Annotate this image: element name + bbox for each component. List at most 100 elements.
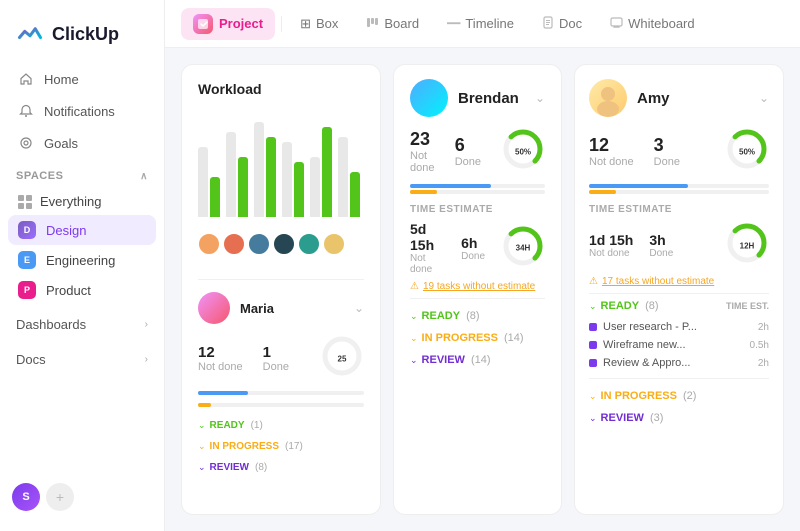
sidebar-item-engineering[interactable]: E Engineering	[8, 245, 156, 275]
bar-green-3	[266, 137, 276, 217]
task-item-2: Wireframe new... 0.5h	[589, 336, 769, 354]
bar-gray-6	[338, 137, 348, 217]
task-dot-3	[589, 359, 597, 367]
brendan-time-done-lbl: Done	[461, 251, 485, 262]
task-name-3: Review & Appro...	[603, 357, 703, 369]
add-user-icon[interactable]: +	[46, 483, 74, 511]
sidebar-item-design[interactable]: D Design	[8, 215, 156, 245]
workload-title: Workload	[198, 81, 364, 97]
tab-board[interactable]: Board	[354, 10, 431, 38]
sidebar-item-dashboards[interactable]: Dashboards ›	[0, 309, 164, 340]
maria-section-ready[interactable]: ⌄ READY (1)	[198, 415, 364, 436]
amy-done-label: Done	[654, 156, 680, 168]
content-area: Workload	[165, 48, 800, 531]
brendan-card: Brendan ⌄ 23 Not done 6 Done	[393, 64, 562, 515]
maria-section-inprogress[interactable]: ⌄ IN PROGRESS (17)	[198, 436, 364, 457]
bar-gray-5	[310, 157, 320, 217]
brendan-ready-count: (8)	[466, 310, 479, 322]
sidebar-item-home-label: Home	[44, 72, 79, 87]
sidebar-item-engineering-label: Engineering	[46, 253, 115, 268]
tab-project[interactable]: Project	[181, 8, 275, 40]
amy-time-done-lbl: Done	[649, 248, 673, 259]
amy-warn-link[interactable]: 17 tasks without estimate	[602, 276, 714, 287]
grid-icon	[18, 195, 32, 209]
brendan-chevron-icon[interactable]: ⌄	[535, 91, 545, 105]
tab-whiteboard-label: Whiteboard	[628, 16, 694, 31]
logo[interactable]: ClickUp	[0, 12, 164, 64]
sidebar-item-goals[interactable]: Goals	[8, 128, 156, 158]
goals-icon	[18, 135, 34, 151]
amy-time-donut: 12H	[725, 221, 769, 270]
amy-review-label: REVIEW	[601, 412, 644, 424]
maria-inprogress-count: (17)	[285, 441, 303, 452]
amy-section-inprogress[interactable]: ⌄ IN PROGRESS (2)	[589, 385, 769, 407]
sidebar-item-notifications[interactable]: Notifications	[8, 96, 156, 126]
amy-section-review[interactable]: ⌄ REVIEW (3)	[589, 407, 769, 429]
avatar-6	[323, 233, 345, 255]
maria-progress-yellow-fill	[198, 403, 211, 407]
amy-time-total-label: 12H	[740, 241, 755, 250]
amy-ready-row[interactable]: ⌄ READY (8)	[589, 300, 659, 312]
tab-doc[interactable]: Doc	[530, 10, 594, 38]
board-icon	[366, 16, 379, 32]
sidebar-item-everything[interactable]: Everything	[8, 188, 156, 215]
avatar-4	[273, 233, 295, 255]
task-name-1: User research - P...	[603, 321, 703, 333]
sidebar-item-home[interactable]: Home	[8, 64, 156, 94]
sidebar-item-notifications-label: Notifications	[44, 104, 115, 119]
sidebar-item-product[interactable]: P Product	[8, 275, 156, 305]
amy-time-not-done-val: 1d 15h	[589, 232, 633, 248]
maria-ready-count: (1)	[251, 420, 263, 431]
maria-section: Maria ⌄ 12 Not done 1 Done	[198, 279, 364, 478]
user-avatar[interactable]: S	[12, 483, 40, 511]
maria-not-done-label: Not done	[198, 361, 243, 373]
amy-not-done-label: Not done	[589, 156, 634, 168]
brendan-section-review[interactable]: ⌄ REVIEW (14)	[410, 349, 545, 371]
brendan-warn: ⚠ 19 tasks without estimate	[410, 281, 545, 292]
amy-time-est-header: TIME ESTIMATE	[589, 204, 769, 215]
amy-time-est-col-label: TIME EST.	[726, 301, 769, 311]
brendan-progress-yellow	[410, 190, 437, 194]
maria-ready-chevron: ⌄	[198, 420, 206, 431]
brendan-name: Brendan	[458, 90, 525, 107]
tab-box[interactable]: ⊞ Box	[288, 10, 350, 38]
amy-inprogress-chevron: ⌄	[589, 391, 597, 402]
brendan-section-inprogress[interactable]: ⌄ IN PROGRESS (14)	[410, 327, 545, 349]
logo-text: ClickUp	[52, 24, 119, 45]
bar-gray-4	[282, 142, 292, 217]
amy-time-estimate: TIME ESTIMATE 1d 15h Not done 3h Done	[589, 204, 769, 270]
amy-progress-yellow	[589, 190, 616, 194]
project-icon	[193, 14, 213, 34]
brendan-progress-bar-2	[410, 190, 545, 194]
tab-timeline[interactable]: ━━ Timeline	[435, 10, 526, 37]
task-item-1: User research - P... 2h	[589, 318, 769, 336]
sidebar-item-dashboards-label: Dashboards	[16, 317, 86, 332]
bell-icon	[18, 103, 34, 119]
sidebar-item-docs[interactable]: Docs ›	[0, 344, 164, 375]
avatar-2	[223, 233, 245, 255]
brendan-section-ready[interactable]: ⌄ READY (8)	[410, 305, 545, 327]
amy-ready-section: ⌄ READY (8) TIME EST. User research - P.…	[589, 300, 769, 372]
brendan-time-done-val: 6h	[461, 235, 485, 251]
clickup-logo-icon	[16, 20, 44, 48]
brendan-progress-bar	[410, 184, 545, 188]
amy-time-not-done-lbl: Not done	[589, 248, 633, 259]
maria-percent-label: 25	[338, 354, 347, 363]
amy-warn: ⚠ 17 tasks without estimate	[589, 276, 769, 287]
bar-green-6	[350, 172, 360, 217]
spaces-label: Spaces	[16, 170, 63, 182]
maria-section-review[interactable]: ⌄ REVIEW (8)	[198, 457, 364, 478]
task-item-3: Review & Appro... 2h	[589, 354, 769, 372]
maria-donut: 25	[320, 334, 364, 383]
amy-done: 3 Done	[654, 135, 680, 168]
amy-chevron-icon[interactable]: ⌄	[759, 91, 769, 105]
amy-time-not-done: 1d 15h Not done	[589, 232, 633, 259]
brendan-warn-link[interactable]: 19 tasks without estimate	[423, 281, 535, 292]
brendan-done-num: 6	[455, 135, 481, 156]
brendan-time-est-header: TIME ESTIMATE	[410, 204, 545, 215]
task-dot-2	[589, 341, 597, 349]
maria-chevron-icon[interactable]: ⌄	[354, 301, 364, 315]
amy-not-done: 12 Not done	[589, 135, 634, 168]
spaces-chevron-icon[interactable]: ∧	[140, 171, 148, 182]
tab-whiteboard[interactable]: Whiteboard	[598, 10, 706, 38]
